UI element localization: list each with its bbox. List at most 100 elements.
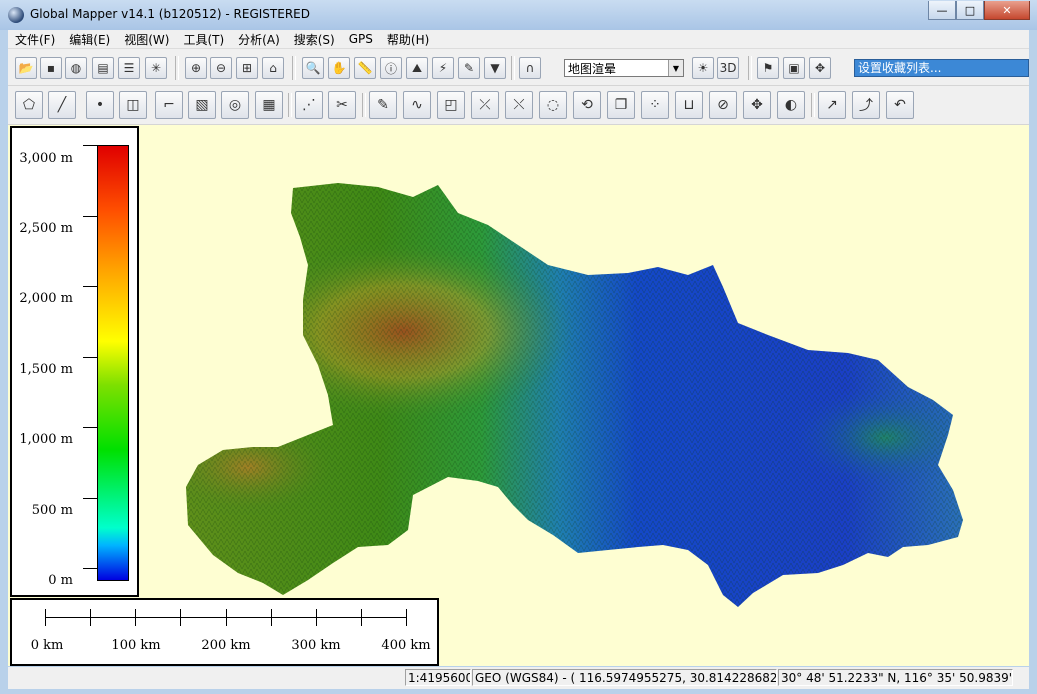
scale-tick — [180, 609, 181, 626]
shader-icon[interactable]: ☀ — [692, 57, 714, 79]
redo-icon[interactable]: ↗ — [818, 91, 846, 119]
legend-tick — [83, 498, 97, 499]
view-shed-icon[interactable]: ⚡ — [432, 57, 454, 79]
undo-arrow-icon[interactable]: ↶ — [886, 91, 914, 119]
grid-icon[interactable]: ▦ — [255, 91, 283, 119]
distribute-icon[interactable]: ⁘ — [641, 91, 669, 119]
info-icon[interactable]: ⓘ — [380, 57, 402, 79]
circle-icon[interactable]: ◎ — [221, 91, 249, 119]
legend-tick — [83, 357, 97, 358]
copy-icon[interactable]: ❐ — [607, 91, 635, 119]
measure-icon[interactable]: 📏 — [354, 57, 376, 79]
scale-label-200: 200 km — [201, 638, 251, 653]
main-toolbar: 📂 ▪ ◍ ▤ ☰ ✳ ⊕ ⊖ ⊞ ⌂ 🔍 ✋ 📏 ⓘ ⛰ ⚡ ✎ ▼ ∩ 地图… — [8, 49, 1029, 86]
map-view[interactable]: 3,000 m 2,500 m 2,000 m 1,500 m 1,000 m … — [8, 125, 1029, 666]
move-icon[interactable]: ✥ — [743, 91, 771, 119]
elevation-map[interactable] — [8, 125, 1029, 666]
create-point-icon[interactable]: • — [86, 91, 114, 119]
feature-icon[interactable]: ▣ — [783, 57, 805, 79]
zoom-in-icon[interactable]: ⊕ — [185, 57, 207, 79]
home-icon[interactable]: ⌂ — [262, 57, 284, 79]
pick-icon[interactable]: ▼ — [484, 57, 506, 79]
vertex-icon[interactable]: ⋰ — [295, 91, 323, 119]
line-tool-icon[interactable]: ⌐ — [155, 91, 183, 119]
edit-pen-icon[interactable]: ✎ — [458, 57, 480, 79]
globe-app-icon — [8, 7, 24, 23]
favorites-list-field[interactable]: 设置收藏列表... — [854, 59, 1029, 77]
status-dms-coords: 30° 48' 51.2233" N, 116° 35' 50.9839" E — [778, 669, 1013, 686]
window-title: Global Mapper v14.1 (b120512) - REGISTER… — [30, 7, 310, 21]
scale-tick — [316, 609, 317, 626]
elevation-color-bar — [97, 145, 129, 581]
coda-icon[interactable]: ▧ — [188, 91, 216, 119]
scale-label-400: 400 km — [381, 638, 431, 653]
area-tool-icon[interactable]: ◫ — [119, 91, 147, 119]
menu-search[interactable]: 搜索(S) — [287, 31, 342, 48]
tunnel-icon[interactable]: ∩ — [519, 57, 541, 79]
full-view-icon[interactable]: ⊞ — [236, 57, 258, 79]
menu-gps[interactable]: GPS — [342, 32, 380, 46]
menu-help[interactable]: 帮助(H) — [380, 31, 436, 48]
digitizer-icon[interactable]: ✳ — [145, 57, 167, 79]
crop-icon[interactable]: ◰ — [437, 91, 465, 119]
legend-label-3000: 3,000 m — [19, 151, 73, 166]
config-icon[interactable]: ☰ — [118, 57, 140, 79]
menu-analysis[interactable]: 分析(A) — [231, 31, 287, 48]
scale-tick — [45, 609, 46, 626]
menu-file[interactable]: 文件(F) — [8, 31, 62, 48]
cut-icon[interactable]: ⊘ — [709, 91, 737, 119]
toolbar-separator — [288, 93, 292, 117]
menu-edit[interactable]: 编辑(E) — [62, 31, 117, 48]
toolbar-separator — [175, 56, 179, 80]
join-icon[interactable]: ⤫ — [471, 91, 499, 119]
legend-label-1000: 1,000 m — [19, 432, 73, 447]
render-mode-value: 地图渲晕 — [568, 61, 617, 76]
legend-tick — [83, 427, 97, 428]
toolbar-separator — [292, 56, 296, 80]
minimize-button[interactable]: — — [928, 1, 956, 20]
flag-icon[interactable]: ⚑ — [757, 57, 779, 79]
scale-tick — [135, 609, 136, 626]
chevron-down-icon[interactable]: ▼ — [668, 60, 683, 76]
maximize-button[interactable]: □ — [956, 1, 984, 20]
scale-tick — [226, 609, 227, 626]
smooth-icon[interactable]: ∿ — [403, 91, 431, 119]
scale-bar: 0 km 100 km 200 km 300 km 400 km — [10, 598, 439, 666]
snap-icon[interactable]: ✥ — [809, 57, 831, 79]
scale-tick — [406, 609, 407, 626]
zoom-out-icon[interactable]: ⊖ — [210, 57, 232, 79]
close-button[interactable]: ✕ — [984, 1, 1030, 20]
menu-view[interactable]: 视图(W) — [117, 31, 176, 48]
elevation-legend: 3,000 m 2,500 m 2,000 m 1,500 m 1,000 m … — [10, 126, 139, 597]
create-line-icon[interactable]: ╱ — [48, 91, 76, 119]
menu-tools[interactable]: 工具(T) — [176, 31, 231, 48]
scale-tick — [271, 609, 272, 626]
undo-icon[interactable]: ◐ — [777, 91, 805, 119]
reverse-icon[interactable]: ⤴ — [852, 91, 880, 119]
pan-hand-icon[interactable]: ✋ — [328, 57, 350, 79]
title-bar: Global Mapper v14.1 (b120512) - REGISTER… — [0, 0, 1037, 30]
path-profile-icon[interactable]: ⛰ — [406, 57, 428, 79]
legend-label-2500: 2,500 m — [19, 221, 73, 236]
globe-icon[interactable]: ◍ — [65, 57, 87, 79]
combine-icon[interactable]: ⊔ — [675, 91, 703, 119]
toolbar-separator — [362, 93, 366, 117]
legend-label-500: 500 m — [31, 503, 73, 518]
toolbar-separator — [511, 56, 515, 80]
split-icon[interactable]: ✂ — [328, 91, 356, 119]
create-area-icon[interactable]: ⬠ — [15, 91, 43, 119]
legend-tick — [83, 145, 97, 146]
buffer-icon[interactable]: ◌ — [539, 91, 567, 119]
zoom-tool-icon[interactable]: 🔍 — [302, 57, 324, 79]
scale-label-300: 300 km — [291, 638, 341, 653]
legend-label-2000: 2,000 m — [19, 291, 73, 306]
open-folder-icon[interactable]: 📂 — [15, 57, 37, 79]
scale-tick — [361, 609, 362, 626]
layers-icon[interactable]: ▤ — [92, 57, 114, 79]
render-mode-select[interactable]: 地图渲晕 ▼ — [564, 59, 684, 77]
3d-view-icon[interactable]: 3D — [717, 57, 739, 79]
save-icon[interactable]: ▪ — [40, 57, 62, 79]
rotate-icon[interactable]: ⟲ — [573, 91, 601, 119]
merge-icon[interactable]: ⤬ — [505, 91, 533, 119]
trace-icon[interactable]: ✎ — [369, 91, 397, 119]
